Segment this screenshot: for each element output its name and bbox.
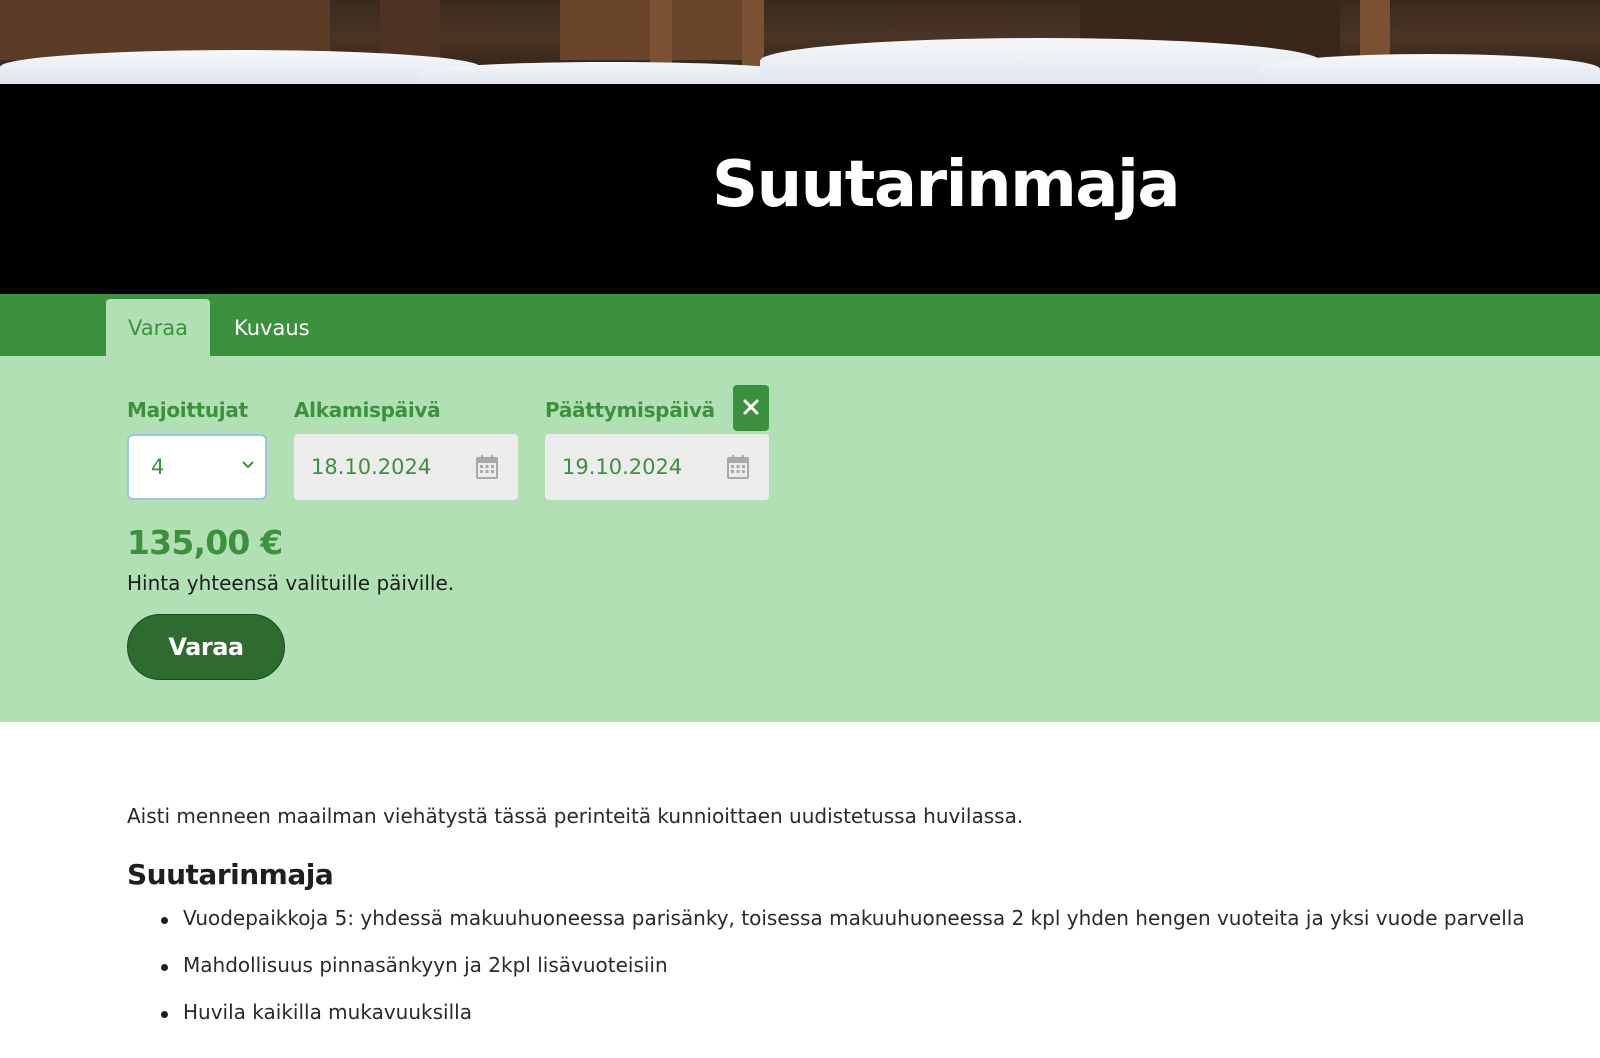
price-note: Hinta yhteensä valituille päiville. — [127, 571, 455, 595]
guests-select[interactable]: 4 — [127, 434, 267, 500]
end-date-field[interactable]: 19.10.2024 — [545, 434, 769, 500]
book-button[interactable]: Varaa — [127, 614, 285, 680]
list-item: Huvila kaikilla mukavuuksilla — [127, 1000, 1597, 1047]
clear-dates-button[interactable] — [733, 385, 769, 431]
page-title: Suutarinmaja — [712, 148, 1181, 222]
calendar-icon[interactable] — [727, 455, 749, 479]
guests-label: Majoittujat — [127, 398, 248, 422]
start-date-label: Alkamispäivä — [294, 398, 441, 422]
hero-image — [0, 0, 1600, 84]
end-date-value: 19.10.2024 — [562, 455, 683, 479]
title-band: Suutarinmaja — [0, 84, 1600, 294]
chevron-down-icon — [241, 456, 255, 475]
calendar-icon[interactable] — [476, 455, 498, 479]
start-date-field[interactable]: 18.10.2024 — [294, 434, 518, 500]
start-date-value: 18.10.2024 — [311, 455, 432, 479]
list-item: Vuodepaikkoja 5: yhdessä makuuhuoneessa … — [127, 906, 1597, 953]
end-date-label: Päättymispäivä — [545, 398, 715, 422]
tab-bar: Varaa Kuvaus — [0, 294, 1600, 356]
booking-panel: Majoittujat 4 Alkamispäivä 18.10.2024 Pä… — [0, 356, 1600, 722]
description-heading: Suutarinmaja — [127, 858, 334, 891]
feature-list: Vuodepaikkoja 5: yhdessä makuuhuoneessa … — [127, 906, 1597, 1047]
list-item: Mahdollisuus pinnasänkyyn ja 2kpl lisävu… — [127, 953, 1597, 1000]
guests-value: 4 — [151, 455, 165, 479]
tab-kuvaus[interactable]: Kuvaus — [212, 299, 332, 356]
tab-varaa[interactable]: Varaa — [106, 299, 210, 356]
close-icon — [742, 393, 760, 423]
description-intro: Aisti menneen maailman viehätystä tässä … — [127, 804, 1024, 828]
total-price: 135,00 € — [127, 523, 283, 562]
